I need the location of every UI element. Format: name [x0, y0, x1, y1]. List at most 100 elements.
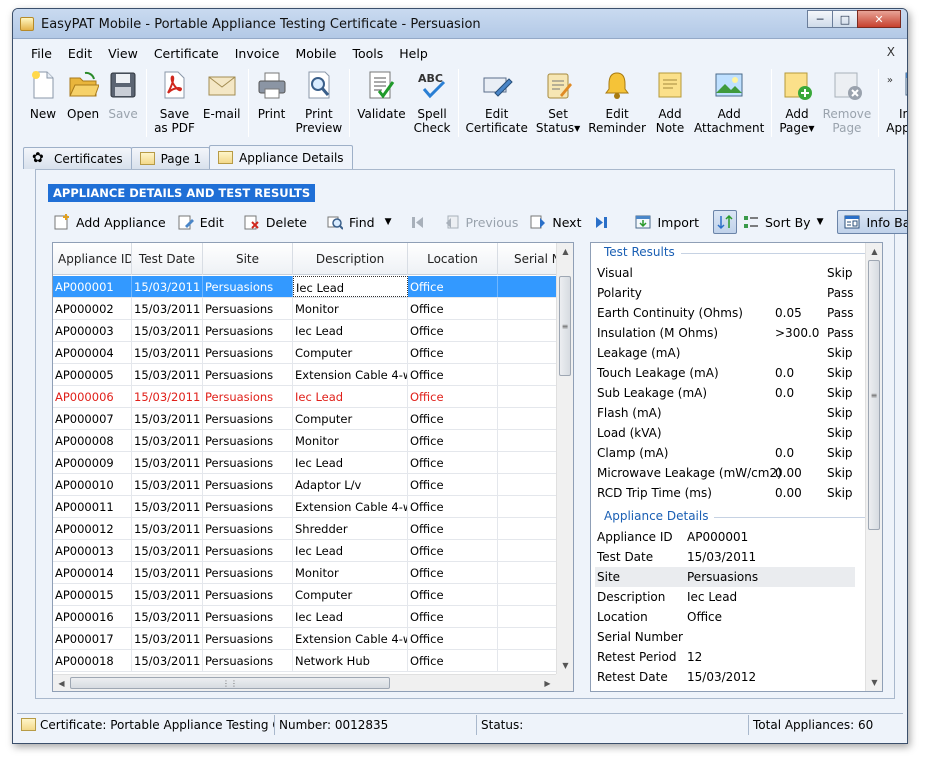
scroll-left-arrow[interactable]: ◀	[53, 675, 70, 691]
sort-toggle-button[interactable]	[712, 210, 737, 234]
table-row[interactable]: AP000013 15/03/2011 Persuasions Iec Lead Off…	[53, 540, 558, 562]
add-note-button[interactable]: Add Note	[650, 65, 690, 135]
menu-close-button[interactable]: X	[887, 45, 895, 59]
new-button[interactable]: New	[23, 65, 63, 121]
document-tabs: ✿ Certificates Page 1 Appliance Details	[23, 145, 353, 169]
column-header-description[interactable]: Description	[293, 243, 408, 275]
column-header-location[interactable]: Location	[408, 243, 498, 275]
grid-vertical-scrollbar[interactable]: ▲ ≡ ▼	[556, 243, 573, 674]
test-result: Skip	[827, 266, 853, 280]
menu-view[interactable]: View	[100, 46, 146, 61]
table-row[interactable]: AP000006 15/03/2011 Persuasions Iec Lead Off…	[53, 386, 558, 408]
menu-file[interactable]: File	[23, 46, 60, 61]
tab-page-1[interactable]: Page 1	[130, 147, 211, 169]
table-cell: AP000001	[53, 276, 132, 297]
table-cell: Office	[408, 386, 498, 407]
remove-page-icon	[831, 69, 863, 101]
find-dropdown-icon[interactable]: ▼	[381, 210, 396, 234]
menu-mobile[interactable]: Mobile	[287, 46, 344, 61]
table-row[interactable]: AP000018 15/03/2011 Persuasions Network Hub…	[53, 650, 558, 672]
table-row[interactable]: AP000017 15/03/2011 Persuasions Extension C…	[53, 628, 558, 650]
table-row[interactable]: AP000016 15/03/2011 Persuasions Iec Lead Off…	[53, 606, 558, 628]
scroll-up-arrow[interactable]: ▲	[557, 243, 573, 260]
scroll-down-arrow[interactable]: ▼	[557, 657, 573, 674]
open-button[interactable]: Open	[63, 65, 103, 121]
add-appliance-button[interactable]: Add Appliance	[48, 210, 172, 234]
first-record-button[interactable]	[404, 210, 438, 234]
table-row[interactable]: AP000005 15/03/2011 Persuasions Extension C…	[53, 364, 558, 386]
grid-horizontal-scrollbar[interactable]: ◀ ⋮⋮ ▶	[53, 674, 556, 691]
table-row[interactable]: AP000002 15/03/2011 Persuasions Monitor Offi…	[53, 298, 558, 320]
table-row[interactable]: AP000008 15/03/2011 Persuasions Monitor Offi…	[53, 430, 558, 452]
set-status-button[interactable]: Set Status▼	[532, 65, 584, 136]
table-cell: AP000006	[53, 386, 132, 407]
remove-page-button[interactable]: Remove Page	[819, 65, 876, 135]
table-cell: Persuasions	[203, 650, 293, 671]
scroll-thumb[interactable]: ≡	[868, 260, 880, 530]
menu-tools[interactable]: Tools	[344, 46, 391, 61]
table-row[interactable]: AP000009 15/03/2011 Persuasions Iec Lead Off…	[53, 452, 558, 474]
column-header-site[interactable]: Site	[203, 243, 293, 275]
save-as-pdf-button[interactable]: Save as PDF	[150, 65, 199, 135]
sort-by-button[interactable]: Sort By ▼	[737, 210, 830, 234]
status-bar: Certificate: Portable Appliance Testing …	[17, 713, 903, 735]
save-button[interactable]: Save	[103, 65, 143, 121]
scroll-thumb[interactable]: ≡	[559, 276, 571, 376]
scroll-up-arrow[interactable]: ▲	[866, 243, 882, 260]
column-header-test-date[interactable]: Test Date	[132, 243, 203, 275]
table-row[interactable]: AP000011 15/03/2011 Persuasions Extension C…	[53, 496, 558, 518]
menu-edit[interactable]: Edit	[60, 46, 100, 61]
column-header-appliance-id[interactable]: Appliance ID▼	[53, 243, 132, 275]
table-cell: Iec Lead	[293, 540, 408, 561]
tab-certificates[interactable]: ✿ Certificates	[23, 147, 132, 169]
spell-check-button[interactable]: ABC Spell Check	[410, 65, 455, 135]
table-cell: AP000015	[53, 584, 132, 605]
table-row[interactable]: AP000003 15/03/2011 Persuasions Iec Lead Off…	[53, 320, 558, 342]
table-row[interactable]: AP000007 15/03/2011 Persuasions Computer Off…	[53, 408, 558, 430]
minimize-button[interactable]: ─	[807, 10, 833, 28]
tab-appliance-details[interactable]: Appliance Details	[209, 145, 353, 169]
print-preview-button[interactable]: Print Preview	[292, 65, 347, 135]
import-button[interactable]: Import	[629, 210, 705, 234]
info-vertical-scrollbar[interactable]: ▲ ≡ ▼	[865, 243, 882, 691]
scroll-right-arrow[interactable]: ▶	[539, 675, 556, 691]
appliance-detail-row: Serial Number	[595, 627, 855, 647]
table-row[interactable]: AP000004 15/03/2011 Persuasions Computer Off…	[53, 342, 558, 364]
scroll-down-arrow[interactable]: ▼	[866, 674, 882, 691]
edit-certificate-button[interactable]: Edit Certificate	[462, 65, 532, 135]
test-name: Microwave Leakage (mW/cm2)	[597, 466, 782, 480]
import-icon	[903, 69, 907, 101]
menu-help[interactable]: Help	[391, 46, 436, 61]
table-cell: Extension Cable 4-way	[293, 496, 408, 517]
email-button[interactable]: E-mail	[199, 65, 245, 121]
scroll-thumb[interactable]: ⋮⋮	[70, 677, 390, 689]
delete-appliance-button[interactable]: Delete	[238, 210, 313, 234]
detail-label: Test Date	[597, 550, 654, 564]
edit-reminder-button[interactable]: Edit Reminder	[584, 65, 650, 135]
info-bar-button[interactable]: Info Bar	[837, 210, 907, 234]
table-row[interactable]: AP000015 15/03/2011 Persuasions Computer Off…	[53, 584, 558, 606]
column-header-serial-number[interactable]: Serial Nu	[498, 243, 558, 275]
section-title: APPLIANCE DETAILS AND TEST RESULTS	[48, 184, 316, 202]
table-row[interactable]: AP000010 15/03/2011 Persuasions Adaptor L/v…	[53, 474, 558, 496]
previous-button[interactable]: Previous	[438, 210, 525, 234]
menu-invoice[interactable]: Invoice	[227, 46, 288, 61]
add-attachment-button[interactable]: Add Attachment	[690, 65, 768, 135]
last-record-button[interactable]	[587, 210, 621, 234]
edit-appliance-button[interactable]: Edit	[172, 210, 230, 234]
menu-certificate[interactable]: Certificate	[146, 46, 227, 61]
find-button[interactable]: Find	[321, 210, 381, 234]
next-button[interactable]: Next	[524, 210, 587, 234]
table-row[interactable]: AP000012 15/03/2011 Persuasions Shredder Off…	[53, 518, 558, 540]
maximize-button[interactable]: □	[832, 10, 858, 28]
test-result-row: Insulation (M Ohms) >300.0 Pass	[595, 323, 855, 343]
add-page-button[interactable]: Add Page▼	[775, 65, 818, 136]
table-row[interactable]: AP000001 15/03/2011 Persuasions Iec Lead Off…	[53, 276, 558, 298]
table-cell	[498, 540, 558, 561]
detail-value: 15/03/2011	[687, 550, 757, 564]
table-row[interactable]: AP000014 15/03/2011 Persuasions Monitor Offi…	[53, 562, 558, 584]
toolbar-overflow-icon[interactable]: »	[887, 75, 893, 86]
print-button[interactable]: Print	[252, 65, 292, 121]
validate-button[interactable]: Validate	[353, 65, 409, 121]
close-button[interactable]: ✕	[857, 10, 901, 28]
